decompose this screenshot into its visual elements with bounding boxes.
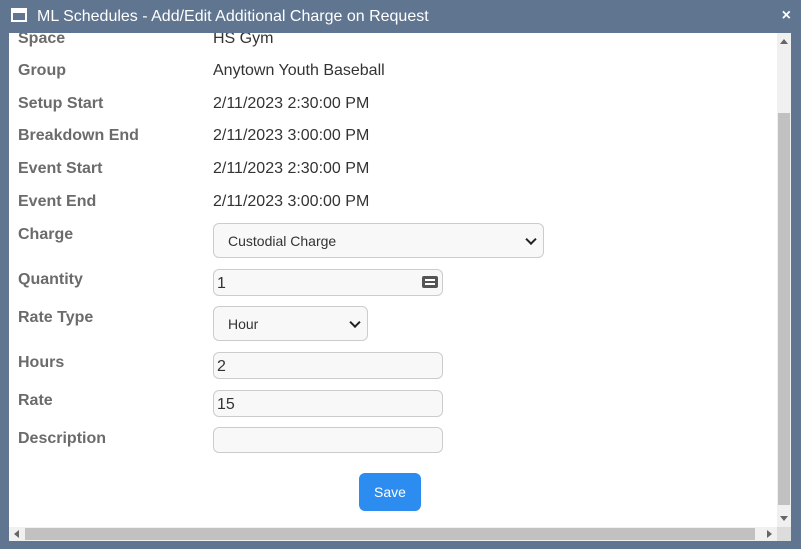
space-value: HS Gym [213,33,274,47]
charge-selected: Custodial Charge [228,233,337,249]
setup-start-value: 2/11/2023 2:30:00 PM [213,95,370,112]
close-icon[interactable]: × [782,6,791,26]
space-label: Space [18,33,66,47]
horizontal-scroll-thumb[interactable] [25,528,755,540]
rate-type-selected: Hour [228,316,259,332]
setup-start-label: Setup Start [18,95,104,112]
scroll-down-arrow-icon[interactable] [780,516,788,521]
save-button[interactable]: Save [359,473,421,511]
event-start-value: 2/11/2023 2:30:00 PM [213,160,370,177]
event-end-value: 2/11/2023 3:00:00 PM [213,193,370,210]
scrollbar-corner [777,527,791,541]
breakdown-end-value: 2/11/2023 3:00:00 PM [213,127,370,144]
hours-field[interactable]: 2 [213,352,443,379]
chevron-down-icon [525,233,537,245]
charge-select[interactable]: Custodial Charge [213,223,544,258]
quantity-value: 1 [217,275,226,292]
vertical-scroll-thumb[interactable] [778,113,790,505]
rate-field[interactable]: 15 [213,390,443,417]
hours-value: 2 [217,358,226,375]
window-title: ML Schedules - Add/Edit Additional Charg… [37,8,429,25]
dialog-content: Space HS Gym Group Anytown Youth Basebal… [9,33,777,527]
dialog-window: ML Schedules - Add/Edit Additional Charg… [0,0,801,549]
vertical-scrollbar[interactable] [777,33,791,527]
keyboard-icon[interactable] [422,276,438,288]
rate-type-select[interactable]: Hour [213,306,368,341]
charge-label: Charge [18,226,74,243]
rate-type-label: Rate Type [18,309,94,326]
description-field[interactable] [213,427,443,453]
description-label: Description [18,430,107,447]
scroll-right-arrow-icon[interactable] [767,530,772,538]
event-start-label: Event Start [18,160,103,177]
group-value: Anytown Youth Baseball [213,62,385,79]
window-icon [11,8,27,22]
breakdown-end-label: Breakdown End [18,127,139,144]
scroll-up-arrow-icon[interactable] [780,39,788,44]
title-bar[interactable]: ML Schedules - Add/Edit Additional Charg… [0,0,801,33]
chevron-down-icon [349,316,361,328]
quantity-field[interactable]: 1 [213,269,443,296]
rate-label: Rate [18,392,53,409]
horizontal-scrollbar[interactable] [9,527,777,541]
quantity-label: Quantity [18,271,83,288]
hours-label: Hours [18,354,65,371]
event-end-label: Event End [18,193,97,210]
group-label: Group [18,62,66,79]
scroll-left-arrow-icon[interactable] [14,530,19,538]
rate-value: 15 [217,396,235,413]
